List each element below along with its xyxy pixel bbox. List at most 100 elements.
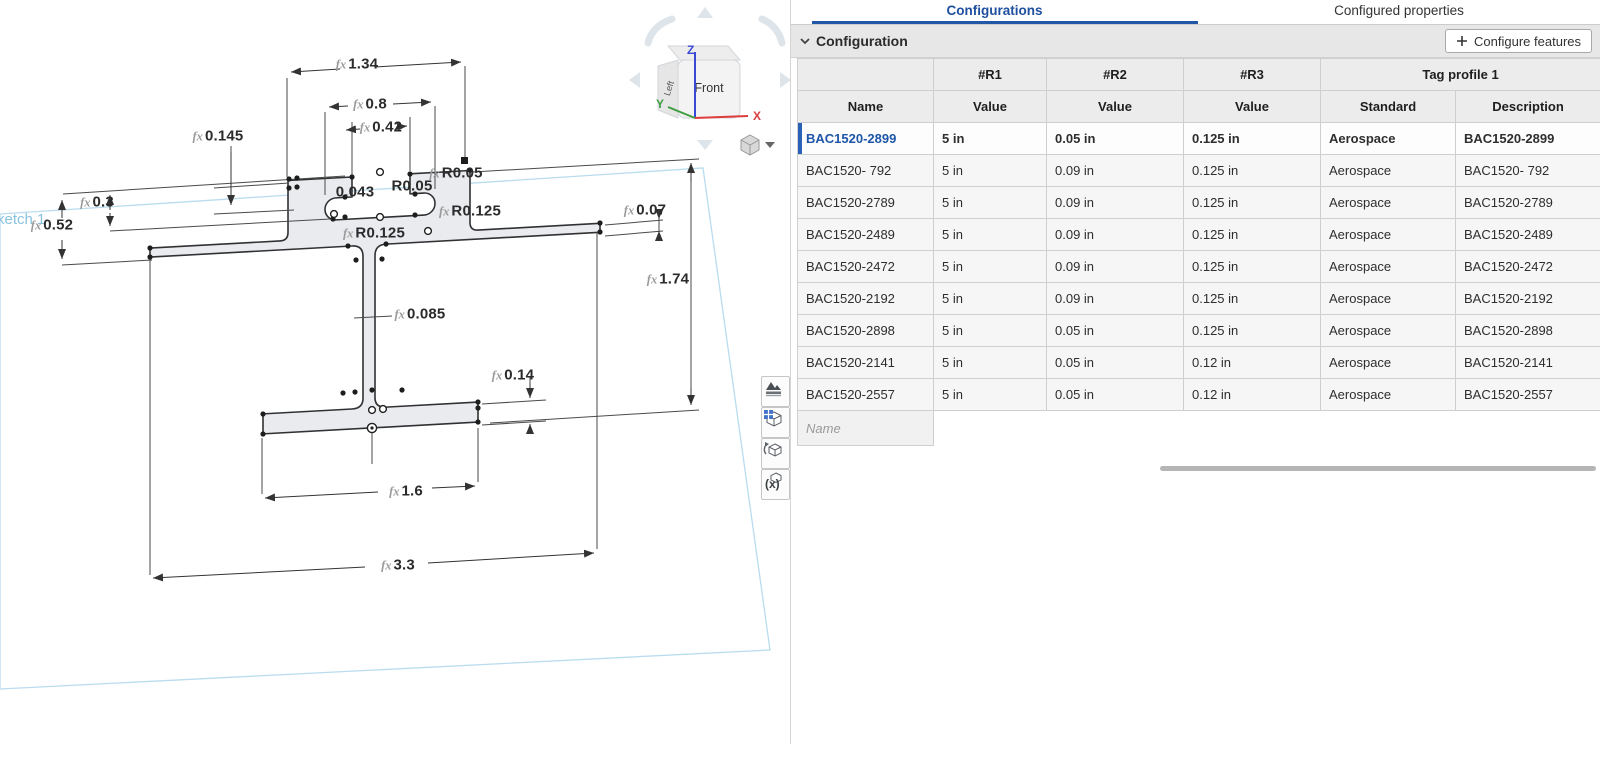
cell-r3[interactable]: 0.125 in — [1184, 219, 1321, 251]
cell-standard[interactable]: Aerospace — [1321, 123, 1456, 155]
cell-r2[interactable]: 0.05 in — [1047, 123, 1184, 155]
cell-name[interactable]: BAC1520- 792 — [798, 155, 934, 187]
cell-name[interactable]: BAC1520-2192 — [798, 283, 934, 315]
cell-r1[interactable]: 5 in — [934, 219, 1047, 251]
variables-panel-button[interactable]: (x) — [761, 469, 790, 500]
cell-standard[interactable]: Aerospace — [1321, 315, 1456, 347]
viewcube-front-label[interactable]: Front — [694, 81, 724, 95]
new-row-name-input[interactable]: Name — [798, 411, 934, 446]
graphics-viewport[interactable]: Front Left Z X Y fx1.34 fx0.8 fx0.42 fx0.14… — [0, 0, 790, 758]
cell-name[interactable]: BAC1520-2141 — [798, 347, 934, 379]
cell-r1[interactable]: 5 in — [934, 315, 1047, 347]
view-cube[interactable]: Front Left Z X Y — [629, 7, 790, 150]
table-row[interactable]: BAC1520-21415 in0.05 in0.12 inAerospaceB… — [798, 347, 1600, 379]
table-row[interactable]: BAC1520- 7925 in0.09 in0.125 inAerospace… — [798, 155, 1600, 187]
dimension-label[interactable]: fx0.145 — [193, 128, 244, 145]
column-header-value-3[interactable]: Value — [1184, 91, 1321, 123]
cell-description[interactable]: BAC1520-2141 — [1456, 347, 1600, 379]
cell-r3[interactable]: 0.12 in — [1184, 347, 1321, 379]
cell-r3[interactable]: 0.125 in — [1184, 187, 1321, 219]
column-header-value-2[interactable]: Value — [1047, 91, 1184, 123]
column-header-value-1[interactable]: Value — [934, 91, 1047, 123]
cell-description[interactable]: BAC1520-2899 — [1456, 123, 1600, 155]
dimension-label[interactable]: fx0.14 — [492, 367, 534, 384]
cell-r3[interactable]: 0.125 in — [1184, 315, 1321, 347]
origin-point[interactable] — [367, 423, 376, 432]
cell-name[interactable]: BAC1520-2472 — [798, 251, 934, 283]
cell-r3[interactable]: 0.125 in — [1184, 283, 1321, 315]
view-options-button[interactable] — [741, 135, 775, 155]
horizontal-scrollbar-thumb[interactable] — [1160, 466, 1596, 471]
cell-name[interactable]: BAC1520-2557 — [798, 379, 934, 411]
cell-description[interactable]: BAC1520-2472 — [1456, 251, 1600, 283]
cell-r3[interactable]: 0.12 in — [1184, 379, 1321, 411]
dimension-label[interactable]: fxR0.125 — [343, 225, 405, 242]
cell-description[interactable]: BAC1520-2489 — [1456, 219, 1600, 251]
cell-standard[interactable]: Aerospace — [1321, 219, 1456, 251]
table-row[interactable]: BAC1520-27895 in0.09 in0.125 inAerospace… — [798, 187, 1600, 219]
dimension-label[interactable]: fx0.52 — [31, 217, 73, 234]
cell-r2[interactable]: 0.09 in — [1047, 251, 1184, 283]
cell-r2[interactable]: 0.05 in — [1047, 315, 1184, 347]
cell-r1[interactable]: 5 in — [934, 251, 1047, 283]
dimension-label[interactable]: fx1.34 — [336, 56, 378, 73]
cell-r2[interactable]: 0.09 in — [1047, 283, 1184, 315]
dimension-label[interactable]: fx0.42 — [360, 119, 402, 136]
table-row[interactable]: BAC1520-21925 in0.09 in0.125 inAerospace… — [798, 283, 1600, 315]
table-row[interactable]: BAC1520-28985 in0.05 in0.125 inAerospace… — [798, 315, 1600, 347]
dimension-label[interactable]: fxR0.125 — [439, 203, 501, 220]
dimension-label[interactable]: fx1.74 — [647, 271, 689, 288]
column-header-r3[interactable]: #R3 — [1184, 59, 1321, 91]
dimension-label[interactable]: fx0.085 — [395, 306, 446, 323]
column-header-r2[interactable]: #R2 — [1047, 59, 1184, 91]
new-configuration-row[interactable]: Name — [798, 411, 1600, 446]
viewcube-top-face[interactable] — [668, 46, 740, 60]
cell-r3[interactable]: 0.125 in — [1184, 251, 1321, 283]
cell-name[interactable]: BAC1520-2898 — [798, 315, 934, 347]
cell-r1[interactable]: 5 in — [934, 187, 1047, 219]
column-header-tag-profile[interactable]: Tag profile 1 — [1321, 59, 1600, 91]
cell-r1[interactable]: 5 in — [934, 283, 1047, 315]
cell-standard[interactable]: Aerospace — [1321, 251, 1456, 283]
cell-description[interactable]: BAC1520-2789 — [1456, 187, 1600, 219]
cell-name[interactable]: BAC1520-2489 — [798, 219, 934, 251]
cell-standard[interactable]: Aerospace — [1321, 347, 1456, 379]
tab-configured-properties[interactable]: Configured properties — [1198, 0, 1600, 24]
cell-standard[interactable]: Aerospace — [1321, 155, 1456, 187]
dimension-label[interactable]: fx0.3 — [80, 194, 114, 211]
column-header-description[interactable]: Description — [1456, 91, 1600, 123]
appearance-panel-button[interactable] — [761, 376, 790, 407]
cell-r1[interactable]: 5 in — [934, 379, 1047, 411]
column-header-standard[interactable]: Standard — [1321, 91, 1456, 123]
cell-r1[interactable]: 5 in — [934, 347, 1047, 379]
table-row[interactable]: BAC1520-25575 in0.05 in0.12 inAerospaceB… — [798, 379, 1600, 411]
ibeam-profile[interactable] — [150, 163, 600, 440]
dimension-label[interactable]: fxR0.05 — [429, 165, 482, 182]
pattern-panel-button[interactable] — [761, 438, 790, 469]
configure-features-button[interactable]: Configure features — [1445, 29, 1592, 53]
cell-description[interactable]: BAC1520-2557 — [1456, 379, 1600, 411]
column-header-name[interactable]: Name — [798, 91, 934, 123]
cell-name[interactable]: BAC1520-2789 — [798, 187, 934, 219]
cell-r2[interactable]: 0.09 in — [1047, 187, 1184, 219]
dimension-label[interactable]: fx0.07 — [624, 202, 666, 219]
table-row[interactable]: BAC1520-24725 in0.09 in0.125 inAerospace… — [798, 251, 1600, 283]
cell-name[interactable]: BAC1520-2899 — [798, 123, 934, 155]
cell-standard[interactable]: Aerospace — [1321, 283, 1456, 315]
column-header-r1[interactable]: #R1 — [934, 59, 1047, 91]
dimension-label[interactable]: fx3.3 — [381, 557, 415, 574]
chevron-down-icon[interactable] — [799, 35, 811, 47]
dimension-label[interactable]: 0.043 — [336, 184, 375, 201]
cell-r3[interactable]: 0.125 in — [1184, 123, 1321, 155]
cell-description[interactable]: BAC1520-2898 — [1456, 315, 1600, 347]
cell-standard[interactable]: Aerospace — [1321, 379, 1456, 411]
dimension-label[interactable]: fx0.8 — [353, 96, 387, 113]
cell-r2[interactable]: 0.09 in — [1047, 219, 1184, 251]
cell-r1[interactable]: 5 in — [934, 155, 1047, 187]
cell-r2[interactable]: 0.09 in — [1047, 155, 1184, 187]
cell-standard[interactable]: Aerospace — [1321, 187, 1456, 219]
cell-description[interactable]: BAC1520- 792 — [1456, 155, 1600, 187]
cell-r2[interactable]: 0.05 in — [1047, 379, 1184, 411]
dimension-label[interactable]: R0.05 — [391, 178, 432, 195]
table-row[interactable]: BAC1520-24895 in0.09 in0.125 inAerospace… — [798, 219, 1600, 251]
